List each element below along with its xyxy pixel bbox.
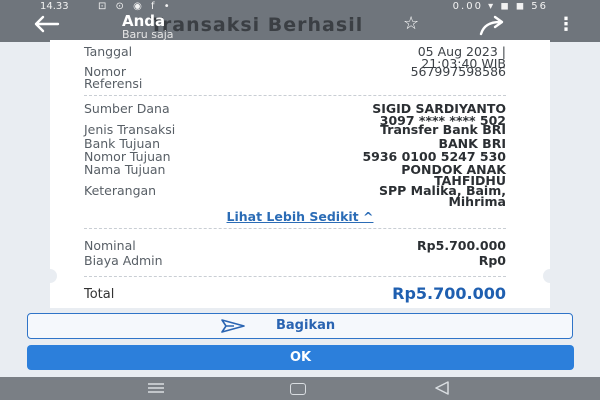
background-title: Transaksi Berhasil	[150, 14, 364, 36]
system-navigation-bar	[0, 377, 600, 400]
divider	[84, 228, 506, 229]
nav-back-icon[interactable]	[434, 381, 450, 395]
share-button[interactable]: Bagikan	[27, 313, 573, 339]
divider	[84, 276, 506, 277]
value-nominal: Rp5.700.000	[417, 238, 506, 253]
card-notch-left	[43, 269, 57, 283]
label-nama-tujuan: Nama Tujuan	[84, 162, 166, 177]
star-icon[interactable]: ☆	[403, 13, 419, 34]
ok-button[interactable]: OK	[27, 345, 574, 370]
value-jenis-transaksi: Transfer Bank BRI	[380, 122, 506, 137]
label-sumber-dana: Sumber Dana	[84, 101, 170, 116]
arrow-left-icon[interactable]	[32, 14, 62, 40]
arrow-left-icon-svg	[34, 15, 60, 33]
value-total: Rp5.700.000	[392, 284, 506, 303]
share-button-label: Bagikan	[276, 318, 336, 333]
home-icon[interactable]	[290, 383, 306, 395]
status-system-icons: 0.00 ▾ ◼ ◼ 56	[452, 1, 548, 12]
share-arrow-svg	[479, 15, 504, 36]
receipt-card: Tanggal 05 Aug 2023 | 21:03:40 WIB Nomor…	[43, 40, 557, 308]
value-keterangan-line2: Mihrima	[448, 194, 506, 209]
label-total: Total	[84, 287, 115, 302]
divider	[84, 95, 506, 96]
status-bar: 14.33 ⊡ ⊙ ◉ f • 0.00 ▾ ◼ ◼ 56	[0, 0, 600, 14]
value-biaya-admin: Rp0	[478, 253, 506, 268]
top-app-bar: 14.33 ⊡ ⊙ ◉ f • 0.00 ▾ ◼ ◼ 56 Transaksi …	[0, 0, 600, 42]
label-referensi-line2: Referensi	[84, 76, 143, 91]
label-biaya-admin: Biaya Admin	[84, 253, 163, 268]
row-referensi: Nomor Referensi 567997598586	[84, 65, 506, 93]
label-nominal: Nominal	[84, 238, 136, 253]
share-icon[interactable]	[478, 15, 508, 39]
label-keterangan: Keterangan	[84, 183, 157, 198]
card-notch-right	[543, 269, 557, 283]
label-jenis-transaksi: Jenis Transaksi	[84, 122, 176, 137]
value-referensi[interactable]: 567997598586	[411, 65, 506, 78]
row-keterangan: Keterangan SPP Malika, Baim, Mihrima	[84, 184, 506, 212]
label-tanggal: Tanggal	[84, 44, 133, 59]
recents-icon[interactable]	[147, 383, 165, 393]
status-time: 14.33	[40, 1, 69, 12]
toggle-details-link[interactable]: Lihat Lebih Sedikit ^	[50, 209, 550, 224]
more-vert-icon[interactable]: ⋮	[557, 14, 575, 35]
send-icon	[221, 319, 245, 333]
status-notification-icons: ⊡ ⊙ ◉ f •	[98, 1, 173, 12]
